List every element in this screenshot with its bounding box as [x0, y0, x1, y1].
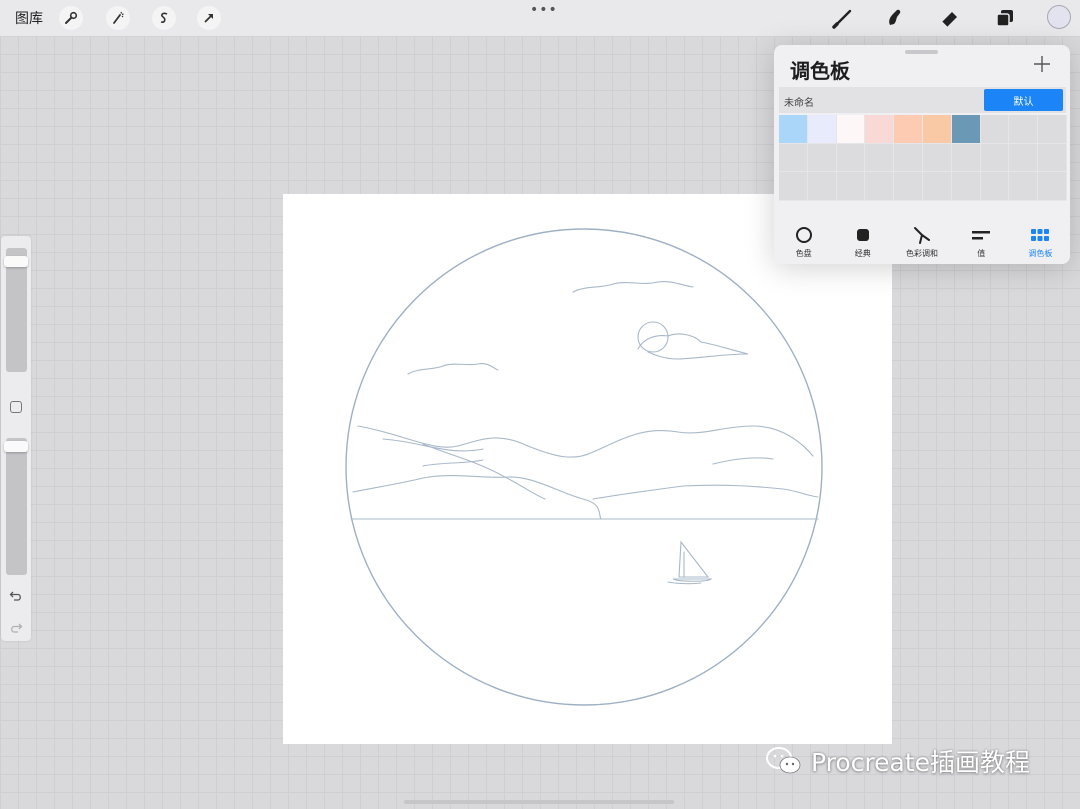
empty-swatch[interactable] — [922, 143, 952, 173]
tab-harmony[interactable]: 色彩调和 — [892, 225, 951, 264]
top-toolbar: 图库 ••• — [0, 0, 1080, 37]
wechat-logo-icon — [766, 747, 801, 774]
empty-swatch[interactable] — [779, 172, 808, 201]
color-swatch[interactable] — [779, 115, 808, 144]
color-panel-tabs: 色盘 经典 色彩调和 值 调色板 — [774, 225, 1070, 264]
redo-icon[interactable] — [9, 620, 23, 634]
empty-swatch[interactable] — [894, 172, 923, 201]
popover-title: 调色板 — [790, 59, 850, 83]
empty-swatch[interactable] — [1038, 172, 1067, 201]
empty-swatch[interactable] — [1009, 115, 1039, 144]
tab-disc[interactable]: 色盘 — [774, 225, 833, 264]
palette-popover: 调色板 未命名 默认 色盘 经典 色彩调和 值 调色板 — [774, 45, 1070, 264]
left-sidebar — [1, 236, 31, 641]
selection-icon[interactable] — [152, 6, 176, 30]
tab-label: 经典 — [854, 249, 871, 258]
empty-swatch[interactable] — [807, 172, 837, 201]
popover-grabber[interactable] — [905, 50, 938, 54]
harmony-icon — [911, 225, 933, 245]
tab-classic[interactable]: 经典 — [833, 225, 892, 264]
opacity-slider[interactable] — [4, 438, 28, 575]
empty-swatch[interactable] — [1038, 115, 1067, 144]
drawing-canvas[interactable] — [283, 194, 892, 744]
palette-name[interactable]: 未命名 — [784, 94, 814, 109]
color-swatch[interactable] — [894, 115, 923, 144]
tab-palettes[interactable]: 调色板 — [1011, 225, 1070, 264]
color-swatch[interactable] — [922, 115, 952, 144]
empty-swatch[interactable] — [1009, 172, 1039, 201]
grid-dots-icon — [1029, 225, 1051, 245]
set-default-button[interactable]: 默认 — [984, 89, 1063, 111]
smudge-icon[interactable] — [882, 5, 908, 31]
color-swatch[interactable] — [836, 115, 866, 144]
empty-swatch[interactable] — [951, 143, 981, 173]
empty-swatch[interactable] — [779, 143, 808, 173]
color-swatch[interactable] — [865, 115, 895, 144]
empty-swatch[interactable] — [807, 143, 837, 173]
undo-icon[interactable] — [9, 588, 23, 602]
home-indicator — [404, 800, 674, 804]
watermark: Procreate插画教程 — [765, 746, 1031, 777]
eraser-icon[interactable] — [937, 5, 963, 31]
empty-swatch[interactable] — [1009, 143, 1039, 173]
tab-label: 值 — [977, 249, 986, 258]
empty-swatch[interactable] — [865, 143, 895, 173]
tab-label: 色彩调和 — [906, 249, 938, 258]
sketch-artwork — [345, 228, 823, 706]
tab-label: 调色板 — [1028, 249, 1053, 258]
color-swatch[interactable] — [951, 115, 981, 144]
value-bars-icon — [970, 225, 992, 245]
color-swatch[interactable] — [807, 115, 837, 144]
wrench-icon[interactable] — [59, 6, 83, 30]
tab-value[interactable]: 值 — [952, 225, 1011, 264]
empty-swatch[interactable] — [951, 172, 981, 201]
opacity-knob[interactable] — [4, 440, 28, 452]
square-icon — [852, 225, 874, 245]
empty-swatch[interactable] — [865, 172, 895, 201]
empty-swatch[interactable] — [836, 143, 866, 173]
magic-wand-icon[interactable] — [106, 6, 130, 30]
empty-swatch[interactable] — [1038, 143, 1067, 173]
current-color-button[interactable] — [1047, 5, 1071, 29]
empty-swatch[interactable] — [980, 115, 1010, 144]
empty-swatch[interactable] — [836, 172, 866, 201]
tab-label: 色盘 — [795, 249, 812, 258]
empty-swatch[interactable] — [922, 172, 952, 201]
brush-size-knob[interactable] — [4, 255, 28, 267]
disc-icon — [793, 225, 815, 245]
transform-arrow-icon[interactable] — [197, 6, 221, 30]
gallery-button[interactable]: 图库 — [15, 8, 43, 28]
brush-size-slider[interactable] — [4, 248, 28, 372]
add-palette-icon[interactable] — [1031, 53, 1053, 75]
empty-swatch[interactable] — [894, 143, 923, 173]
watermark-text: Procreate插画教程 — [811, 748, 1031, 777]
empty-swatch[interactable] — [980, 172, 1010, 201]
brush-icon[interactable] — [830, 5, 856, 31]
palette-header-row[interactable]: 未命名 默认 — [779, 87, 1066, 113]
modify-button[interactable] — [10, 401, 22, 413]
layers-icon[interactable] — [992, 5, 1018, 31]
empty-swatch[interactable] — [980, 143, 1010, 173]
more-options-icon[interactable]: ••• — [530, 2, 557, 18]
swatch-grid — [779, 115, 1067, 201]
